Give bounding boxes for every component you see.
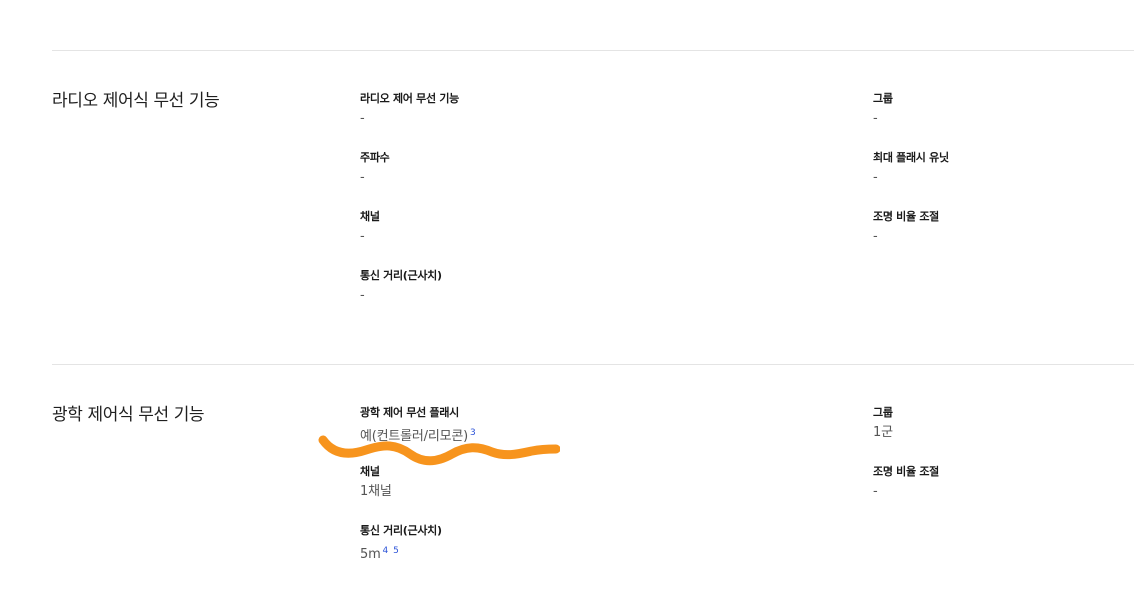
spec-value: - (873, 170, 878, 185)
annotation-squiggle (318, 435, 560, 466)
spec-value: 1채널 (360, 484, 392, 499)
spec-label: 최대 플래시 유닛 (873, 151, 949, 164)
spec-value-text: 5m (360, 547, 381, 562)
spec-value: - (360, 229, 365, 244)
spec-label: 조명 비율 조절 (873, 210, 939, 223)
spec-label: 주파수 (360, 151, 390, 164)
spec-label: 그룹 (873, 92, 893, 105)
spec-label: 그룹 (873, 406, 893, 419)
spec-optical-group: 그룹 1군 (873, 406, 1134, 442)
footnote-link[interactable]: 4 (383, 546, 389, 556)
annotation-squiggle-stroke (318, 435, 560, 466)
spec-label: 통신 거리(근사치) (360, 269, 442, 282)
section-divider-top (52, 50, 1134, 51)
spec-value: - (360, 170, 365, 185)
spec-radio-transmission-range: 통신 거리(근사치) - (360, 269, 780, 305)
section-divider (52, 364, 1134, 365)
section-title-optical-wireless: 광학 제어식 무선 기능 (52, 405, 205, 425)
spec-label: 통신 거리(근사치) (360, 524, 442, 537)
spec-value: - (873, 111, 878, 126)
spec-radio-channel: 채널 - (360, 210, 780, 246)
spec-radio-group: 그룹 - (873, 92, 1134, 128)
spec-radio-max-flash-units: 최대 플래시 유닛 - (873, 151, 1134, 187)
spec-radio-wireless-function: 라디오 제어 무선 기능 - (360, 92, 780, 128)
spec-optical-transmission-range: 통신 거리(근사치) 5m 4 5 (360, 524, 780, 564)
spec-optical-lighting-ratio: 조명 비율 조절 - (873, 465, 1134, 501)
spec-value: 1군 (873, 425, 893, 440)
spec-value: 5m 4 5 (360, 542, 780, 564)
spec-radio-frequency: 주파수 - (360, 151, 780, 187)
spec-label: 조명 비율 조절 (873, 465, 939, 478)
spec-label: 라디오 제어 무선 기능 (360, 92, 459, 105)
spec-value: - (360, 288, 365, 303)
spec-radio-lighting-ratio: 조명 비율 조절 - (873, 210, 1134, 246)
spec-value: - (360, 111, 365, 126)
footnote-link[interactable]: 5 (393, 546, 399, 556)
spec-value: - (873, 229, 878, 244)
spec-label: 광학 제어 무선 플래시 (360, 406, 459, 419)
spec-value: - (873, 484, 878, 499)
section-title-radio-wireless: 라디오 제어식 무선 기능 (52, 91, 220, 111)
spec-label: 채널 (360, 210, 380, 223)
